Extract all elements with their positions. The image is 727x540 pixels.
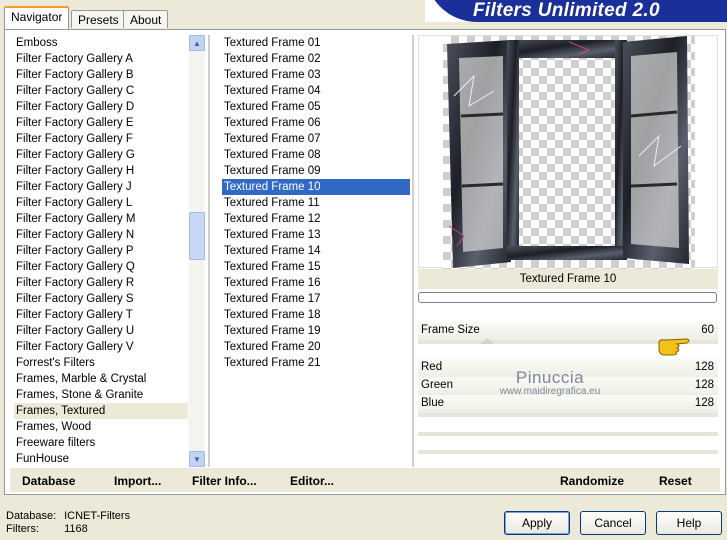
watermark-name: Pinuccia (515, 368, 585, 387)
preview-filter-name: Textured Frame 10 (418, 269, 718, 289)
editor-button[interactable]: Editor... (290, 474, 334, 488)
cancel-button[interactable]: Cancel (580, 511, 646, 535)
control-value: 128 (694, 397, 714, 409)
scroll-down-button[interactable]: ▼ (189, 451, 205, 467)
category-item[interactable]: Filter Factory Gallery S (14, 291, 188, 307)
control-label: Green (421, 379, 453, 391)
filter-item[interactable]: Textured Frame 15 (222, 259, 410, 275)
category-item[interactable]: Filter Factory Gallery N (14, 227, 188, 243)
category-item[interactable]: Filter Factory Gallery P (14, 243, 188, 259)
filter-item[interactable]: Textured Frame 20 (222, 339, 410, 355)
filter-item[interactable]: Textured Frame 07 (222, 131, 410, 147)
help-button[interactable]: Help (656, 511, 722, 535)
category-item[interactable]: Frames, Marble & Crystal (14, 371, 188, 387)
filter-item[interactable]: Textured Frame 19 (222, 323, 410, 339)
filter-item[interactable]: Textured Frame 17 (222, 291, 410, 307)
category-item[interactable]: Filter Factory Gallery G (14, 147, 188, 163)
category-item[interactable]: Filter Factory Gallery F (14, 131, 188, 147)
filter-preview (418, 35, 718, 269)
database-button[interactable]: Database (22, 474, 75, 488)
filter-item[interactable]: Textured Frame 04 (222, 83, 410, 99)
category-item[interactable]: Frames, Stone & Granite (14, 387, 188, 403)
scroll-thumb[interactable] (189, 212, 205, 260)
scroll-up-button[interactable]: ▲ (189, 35, 205, 51)
filter-item[interactable]: Textured Frame 05 (222, 99, 410, 115)
filter-info-button[interactable]: Filter Info... (192, 474, 257, 488)
category-item[interactable]: Filter Factory Gallery V (14, 339, 188, 355)
apply-button[interactable]: Apply (504, 511, 570, 535)
tab-navigator[interactable]: Navigator (4, 6, 70, 29)
control-label: Red (421, 361, 443, 373)
filter-item[interactable]: Textured Frame 14 (222, 243, 410, 259)
status-info: Database: ICNET-Filters Filters: 1168 (6, 510, 130, 536)
control-value: 60 (701, 324, 714, 336)
filter-item[interactable]: Textured Frame 06 (222, 115, 410, 131)
category-item[interactable]: Filter Factory Gallery R (14, 275, 188, 291)
app-title: Filters Unlimited 2.0 (473, 0, 660, 21)
category-item[interactable]: Filter Factory Gallery M (14, 211, 188, 227)
import-button[interactable]: Import... (114, 474, 161, 488)
category-item[interactable]: Filter Factory Gallery B (14, 67, 188, 83)
database-label: Database: (6, 510, 57, 522)
filter-item[interactable]: Textured Frame 02 (222, 51, 410, 67)
slider-track (418, 432, 718, 436)
title-banner: Filters Unlimited 2.0 (425, 0, 727, 22)
progress-bar (418, 292, 717, 303)
category-list[interactable]: Emboss Filter Factory Gallery A Filter Fac… (14, 35, 188, 467)
filter-item[interactable]: Textured Frame 16 (222, 275, 410, 291)
category-item[interactable]: Filter Factory Gallery T (14, 307, 188, 323)
filter-item[interactable]: Textured Frame 12 (222, 211, 410, 227)
tab-about[interactable]: About (123, 10, 169, 28)
filter-item[interactable]: Textured Frame 21 (222, 355, 410, 371)
control-value: 128 (694, 361, 714, 373)
category-item[interactable]: Forrest's Filters (14, 355, 188, 371)
filter-item[interactable]: Textured Frame 08 (222, 147, 410, 163)
control-label: Blue (421, 397, 445, 409)
preview-image (443, 36, 695, 269)
category-item[interactable]: FunHouse (14, 451, 188, 467)
filter-item[interactable]: Textured Frame 01 (222, 35, 410, 51)
filter-item[interactable]: Textured Frame 18 (222, 307, 410, 323)
chevron-up-icon: ▲ (193, 38, 201, 48)
control-label: Frame Size (421, 324, 480, 336)
category-item[interactable]: Emboss (14, 35, 188, 51)
control-blue[interactable]: Blue 128 (418, 395, 718, 413)
slider-tick[interactable] (480, 338, 494, 344)
category-item[interactable]: Frames, Wood (14, 419, 188, 435)
randomize-button[interactable]: Randomize (560, 474, 624, 488)
category-item[interactable]: Filter Factory Gallery L (14, 195, 188, 211)
filter-item[interactable]: Textured Frame 03 (222, 67, 410, 83)
category-item[interactable]: Filter Factory Gallery Q (14, 259, 188, 275)
filter-item[interactable]: Textured Frame 11 (222, 195, 410, 211)
reset-button[interactable]: Reset (659, 474, 692, 488)
filter-item[interactable]: Textured Frame 13 (222, 227, 410, 243)
pointing-hand-icon (657, 335, 693, 360)
watermark: Pinuccia www.maidiregrafica.eu (480, 368, 620, 397)
filters-count: 1168 (64, 523, 88, 535)
slider-track (418, 413, 718, 417)
category-item[interactable]: Filter Factory Gallery J (14, 179, 188, 195)
chevron-down-icon: ▼ (193, 454, 201, 464)
control-value: 128 (694, 379, 714, 391)
filter-item[interactable]: Textured Frame 09 (222, 163, 410, 179)
category-item[interactable]: Freeware filters (14, 435, 188, 451)
watermark-site: www.maidiregrafica.eu (499, 386, 601, 397)
category-item[interactable]: Filter Factory Gallery H (14, 163, 188, 179)
category-item[interactable]: Filter Factory Gallery E (14, 115, 188, 131)
category-item[interactable]: Filter Factory Gallery C (14, 83, 188, 99)
tab-presets[interactable]: Presets (71, 10, 126, 28)
filter-list[interactable]: Textured Frame 01 Textured Frame 02 Textur… (222, 35, 410, 467)
category-item[interactable]: Frames, Textured (14, 403, 188, 419)
filters-label: Filters: (6, 523, 39, 535)
category-item[interactable]: Filter Factory Gallery A (14, 51, 188, 67)
slider-track (418, 450, 718, 454)
category-item[interactable]: Filter Factory Gallery U (14, 323, 188, 339)
list-divider (208, 35, 210, 467)
database-value: ICNET-Filters (64, 510, 131, 522)
category-item[interactable]: Filter Factory Gallery D (14, 99, 188, 115)
category-scrollbar[interactable]: ▲ ▼ (189, 35, 205, 467)
filter-item[interactable]: Textured Frame 10 (222, 179, 410, 195)
bottom-toolbar: Database Import... Filter Info... Editor… (10, 468, 720, 492)
preview-divider (412, 35, 414, 467)
